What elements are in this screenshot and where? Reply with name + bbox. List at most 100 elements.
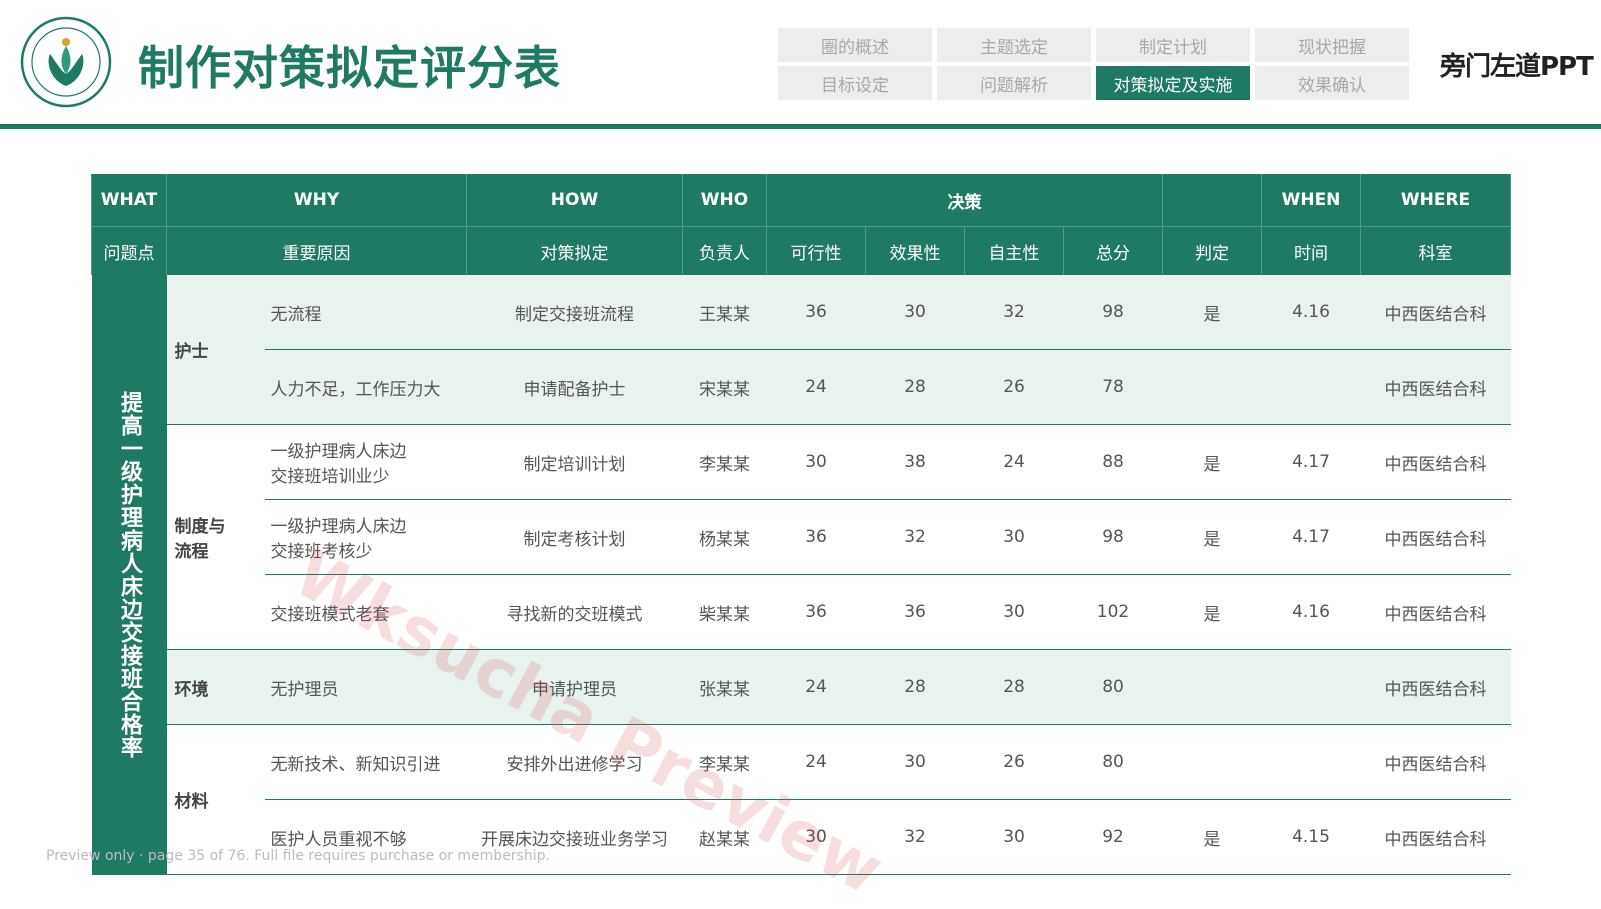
header-when: WHEN [1261, 174, 1362, 227]
reason-cell: 一级护理病人床边 交接班考核少 [264, 499, 467, 575]
dept-cell: 中西医结合科 [1360, 349, 1511, 425]
feasibility-cell: 36 [766, 499, 866, 575]
header-divider [0, 124, 1601, 129]
total-cell: 102 [1063, 574, 1163, 650]
total-cell: 80 [1063, 649, 1163, 725]
header-how: HOW [466, 174, 684, 227]
autonomy-cell: 24 [964, 424, 1064, 500]
what-cell: 提高一级护理病人床边交接班合格率 [91, 275, 167, 875]
effect-cell: 28 [865, 649, 965, 725]
what-text: 提高一级护理病人床边交接班合格率 [117, 390, 142, 759]
judge-cell [1162, 649, 1262, 725]
judge-cell: 是 [1162, 499, 1262, 575]
footer-note: Preview only · page 35 of 76. Full file … [46, 848, 550, 864]
effect-cell: 30 [865, 275, 965, 350]
nav-item-goal[interactable]: 目标设定 [778, 66, 932, 100]
reason-cell: 交接班模式老套 [264, 574, 467, 650]
nav-item-countermeasure[interactable]: 对策拟定及实施 [1096, 66, 1250, 100]
header-autonomy: 自主性 [964, 226, 1065, 275]
dept-cell: 中西医结合科 [1360, 499, 1511, 575]
effect-cell: 28 [865, 349, 965, 425]
autonomy-cell: 30 [964, 574, 1064, 650]
owner-cell: 王某某 [682, 275, 767, 350]
autonomy-cell: 26 [964, 724, 1064, 800]
nav-item-status[interactable]: 现状把握 [1255, 28, 1409, 62]
autonomy-cell: 30 [964, 799, 1064, 875]
header-reason: 重要原因 [165, 226, 468, 275]
reason-cell: 一级护理病人床边 交接班培训业少 [264, 424, 467, 500]
time-cell: 4.15 [1261, 799, 1361, 875]
effect-cell: 30 [865, 724, 965, 800]
measure-cell: 申请配备护士 [466, 349, 683, 425]
feasibility-cell: 24 [766, 349, 866, 425]
nav-item-analysis[interactable]: 问题解析 [937, 66, 1091, 100]
owner-cell: 宋某某 [682, 349, 767, 425]
header-what: WHAT [91, 174, 167, 227]
total-cell: 98 [1063, 499, 1163, 575]
hospital-logo-icon [20, 16, 112, 108]
header-feasibility: 可行性 [766, 226, 867, 275]
judge-cell: 是 [1162, 275, 1262, 350]
autonomy-cell: 30 [964, 499, 1064, 575]
header-total: 总分 [1063, 226, 1164, 275]
nav-item-plan[interactable]: 制定计划 [1096, 28, 1250, 62]
nav-item-overview[interactable]: 圈的概述 [778, 28, 932, 62]
autonomy-cell: 28 [964, 649, 1064, 725]
judge-cell: 是 [1162, 799, 1262, 875]
score-table: WHAT WHY HOW WHO 决策 WHEN WHERE 问题点 重要原因 … [91, 174, 1512, 875]
nav-item-effect[interactable]: 效果确认 [1255, 66, 1409, 100]
page-title: 制作对策拟定评分表 [138, 41, 561, 95]
feasibility-cell: 36 [766, 275, 866, 350]
time-cell [1261, 724, 1361, 800]
dept-cell: 中西医结合科 [1360, 275, 1511, 350]
feasibility-cell: 24 [766, 649, 866, 725]
total-cell: 92 [1063, 799, 1163, 875]
reason-cell: 无流程 [264, 275, 467, 350]
judge-cell [1162, 724, 1262, 800]
judge-cell: 是 [1162, 574, 1262, 650]
measure-cell: 制定考核计划 [466, 499, 683, 575]
header-blank [1162, 174, 1263, 227]
total-cell: 98 [1063, 275, 1163, 350]
time-cell: 4.17 [1261, 424, 1361, 500]
total-cell: 88 [1063, 424, 1163, 500]
feasibility-cell: 36 [766, 574, 866, 650]
header-problem: 问题点 [91, 226, 167, 275]
owner-cell: 张某某 [682, 649, 767, 725]
time-cell [1261, 349, 1361, 425]
section-nav: 圈的概述 主题选定 制定计划 现状把握 目标设定 问题解析 对策拟定及实施 效果… [778, 28, 1409, 100]
total-cell: 80 [1063, 724, 1163, 800]
owner-cell: 李某某 [682, 724, 767, 800]
table-row: 材料 无新技术、新知识引进 安排外出进修学习 李某某 24 30 26 80 中… [92, 724, 1511, 875]
nav-item-topic[interactable]: 主题选定 [937, 28, 1091, 62]
effect-cell: 32 [865, 499, 965, 575]
dept-cell: 中西医结合科 [1360, 649, 1511, 725]
autonomy-cell: 26 [964, 349, 1064, 425]
dept-cell: 中西医结合科 [1360, 424, 1511, 500]
table-row: 制度与 流程 一级护理病人床边 交接班培训业少 制定培训计划 李某某 30 38… [92, 424, 1511, 650]
header-dept: 科室 [1360, 226, 1512, 275]
header-row-primary: WHAT WHY HOW WHO 决策 WHEN WHERE [91, 174, 1512, 227]
time-cell: 4.16 [1261, 574, 1361, 650]
reason-cell: 无新技术、新知识引进 [264, 724, 467, 800]
dept-cell: 中西医结合科 [1360, 724, 1511, 800]
owner-cell: 杨某某 [682, 499, 767, 575]
brand-logo: 旁门左道PPT [1440, 52, 1594, 82]
category-environment: 环境 [166, 649, 265, 725]
table-row: 人力不足，工作压力大 申请配备护士 宋某某 24 28 26 78 中西医结合科 [92, 349, 1511, 425]
header-row-secondary: 问题点 重要原因 对策拟定 负责人 可行性 效果性 自主性 总分 判定 时间 科… [91, 226, 1512, 275]
header-decision: 决策 [766, 174, 1164, 227]
time-cell: 4.17 [1261, 499, 1361, 575]
header-time: 时间 [1261, 226, 1362, 275]
reason-cell: 人力不足，工作压力大 [264, 349, 467, 425]
table-row: 提高一级护理病人床边交接班合格率 护士 无流程 制定交接班流程 王某某 36 3… [91, 275, 1511, 875]
header-where: WHERE [1360, 174, 1512, 227]
table-row: 一级护理病人床边 交接班考核少 制定考核计划 杨某某 36 32 30 98 是… [92, 499, 1511, 575]
measure-cell: 制定培训计划 [466, 424, 683, 500]
effect-cell: 32 [865, 799, 965, 875]
feasibility-cell: 30 [766, 424, 866, 500]
total-cell: 78 [1063, 349, 1163, 425]
autonomy-cell: 32 [964, 275, 1064, 350]
category-nurse: 护士 [166, 275, 265, 425]
owner-cell: 李某某 [682, 424, 767, 500]
